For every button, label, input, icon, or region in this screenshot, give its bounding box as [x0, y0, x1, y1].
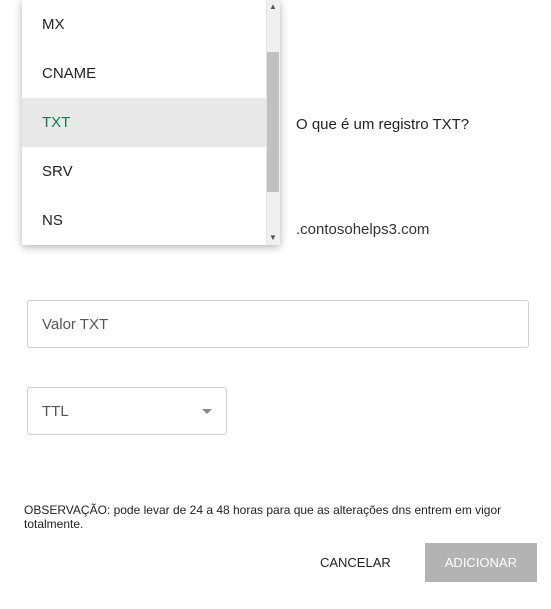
dropdown-item-mx[interactable]: MX	[22, 0, 280, 49]
dropdown-item-txt[interactable]: TXT	[22, 98, 280, 147]
txt-value-input[interactable]	[27, 300, 529, 348]
dropdown-item-ns[interactable]: NS	[22, 196, 280, 245]
scroll-up-icon[interactable]: ▲	[266, 0, 280, 14]
cancel-button[interactable]: CANCELAR	[314, 545, 397, 580]
dropdown-item-srv[interactable]: SRV	[22, 147, 280, 196]
chevron-down-icon	[202, 409, 212, 414]
scrollbar-thumb[interactable]	[267, 52, 279, 192]
ttl-label: TTL	[42, 403, 69, 420]
add-button[interactable]: ADICIONAR	[425, 543, 537, 582]
action-buttons: CANCELAR ADICIONAR	[314, 543, 537, 582]
dropdown-scrollbar[interactable]: ▲ ▼	[266, 0, 280, 245]
ttl-select[interactable]: TTL	[27, 387, 227, 435]
domain-suffix: .contosohelps3.com	[296, 221, 429, 238]
record-type-dropdown[interactable]: MX CNAME TXT SRV NS ▲ ▼	[22, 0, 280, 245]
note-text: OBSERVAÇÃO: pode levar de 24 a 48 horas …	[24, 503, 537, 531]
scroll-down-icon[interactable]: ▼	[266, 231, 280, 245]
help-link-txt[interactable]: O que é um registro TXT?	[296, 116, 469, 133]
dropdown-item-cname[interactable]: CNAME	[22, 49, 280, 98]
